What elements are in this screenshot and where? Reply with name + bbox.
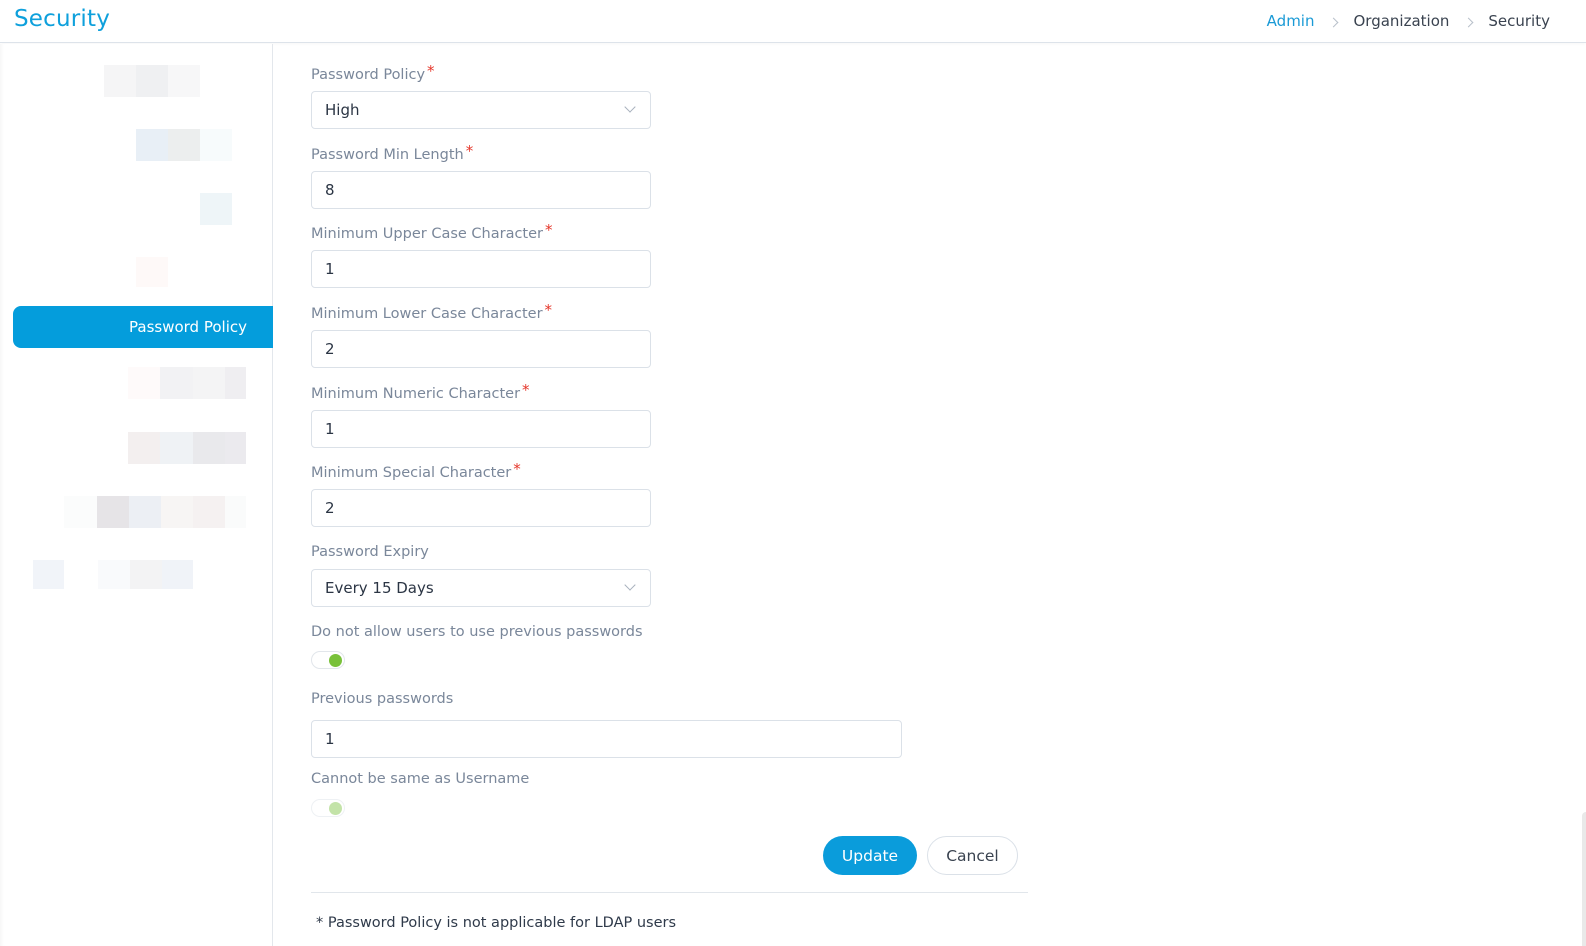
- min-lower-input[interactable]: 2: [311, 330, 651, 368]
- sidebar-item-redacted-1[interactable]: [104, 65, 200, 97]
- min-length-label: Password Min Length *: [311, 142, 474, 163]
- sidebar-item-redacted-3[interactable]: [200, 193, 232, 225]
- toggle-knob: [329, 802, 342, 815]
- no-previous-passwords-label: Do not allow users to use previous passw…: [311, 624, 643, 640]
- label-text: Minimum Upper Case Character: [311, 226, 543, 242]
- selected-value: High: [325, 101, 360, 119]
- required-marker: *: [544, 301, 553, 319]
- min-length-input[interactable]: 8: [311, 171, 651, 209]
- min-numeric-label: Minimum Numeric Character *: [311, 381, 530, 402]
- selected-value: Every 15 Days: [325, 579, 434, 597]
- required-marker: *: [545, 221, 553, 239]
- label-text: Minimum Lower Case Character: [311, 306, 543, 322]
- min-special-label: Minimum Special Character *: [311, 460, 521, 481]
- min-special-input[interactable]: 2: [311, 489, 651, 527]
- top-header: Security Admin Organization Security: [0, 0, 1586, 43]
- min-numeric-input[interactable]: 1: [311, 410, 651, 448]
- toggle-knob: [329, 654, 342, 667]
- required-marker: *: [522, 381, 530, 399]
- sidebar-item-password-policy[interactable]: Password Policy: [13, 306, 273, 348]
- input-value: 1: [325, 260, 335, 278]
- chevron-down-icon: [624, 579, 636, 591]
- required-marker: *: [427, 62, 435, 80]
- password-expiry-label: Password Expiry: [311, 544, 429, 560]
- previous-passwords-input[interactable]: 1: [311, 720, 902, 758]
- previous-passwords-label: Previous passwords: [311, 691, 454, 707]
- sidebar-item-redacted-2[interactable]: [136, 129, 232, 161]
- input-value: 1: [325, 420, 335, 438]
- password-policy-select[interactable]: High: [311, 91, 651, 129]
- label-text: Password Policy: [311, 67, 426, 83]
- input-value: 2: [325, 499, 335, 517]
- password-policy-label: Password Policy *: [311, 62, 435, 83]
- breadcrumb-organization[interactable]: Organization: [1353, 12, 1449, 30]
- password-expiry-select[interactable]: Every 15 Days: [311, 569, 651, 607]
- sidebar-item-redacted-8[interactable]: [33, 560, 193, 589]
- min-lower-label: Minimum Lower Case Character *: [311, 301, 553, 322]
- sidebar-item-label: Password Policy: [129, 318, 247, 336]
- sidebar-item-redacted-7[interactable]: [64, 496, 246, 528]
- no-previous-passwords-toggle[interactable]: [311, 651, 345, 669]
- breadcrumb: Admin Organization Security: [1267, 12, 1550, 30]
- breadcrumb-admin[interactable]: Admin: [1267, 12, 1315, 30]
- sidebar-item-redacted-5[interactable]: [128, 367, 246, 399]
- input-value: 8: [325, 181, 335, 199]
- input-value: 2: [325, 340, 335, 358]
- min-upper-input[interactable]: 1: [311, 250, 651, 288]
- label-text: Password Min Length: [311, 147, 464, 163]
- input-value: 1: [325, 730, 335, 748]
- scrollbar[interactable]: [1582, 812, 1586, 946]
- sidebar: Password Policy: [0, 44, 273, 946]
- required-marker: *: [513, 460, 521, 478]
- label-text: Minimum Numeric Character: [311, 386, 521, 402]
- min-upper-label: Minimum Upper Case Character *: [311, 221, 553, 242]
- not-same-as-username-label: Cannot be same as Username: [311, 771, 530, 787]
- ldap-footnote: * Password Policy is not applicable for …: [316, 915, 677, 931]
- breadcrumb-security: Security: [1488, 12, 1550, 30]
- sidebar-item-redacted-4[interactable]: [136, 257, 168, 287]
- chevron-right-icon: [1329, 17, 1339, 27]
- chevron-down-icon: [624, 101, 636, 113]
- page-title: Security: [14, 6, 111, 32]
- chevron-right-icon: [1463, 17, 1474, 27]
- sidebar-item-redacted-6[interactable]: [128, 432, 246, 464]
- divider: [311, 892, 1028, 893]
- update-button[interactable]: Update: [823, 836, 917, 875]
- not-same-as-username-toggle[interactable]: [311, 799, 345, 817]
- required-marker: *: [465, 142, 474, 160]
- cancel-button[interactable]: Cancel: [927, 836, 1018, 875]
- label-text: Minimum Special Character: [311, 465, 512, 481]
